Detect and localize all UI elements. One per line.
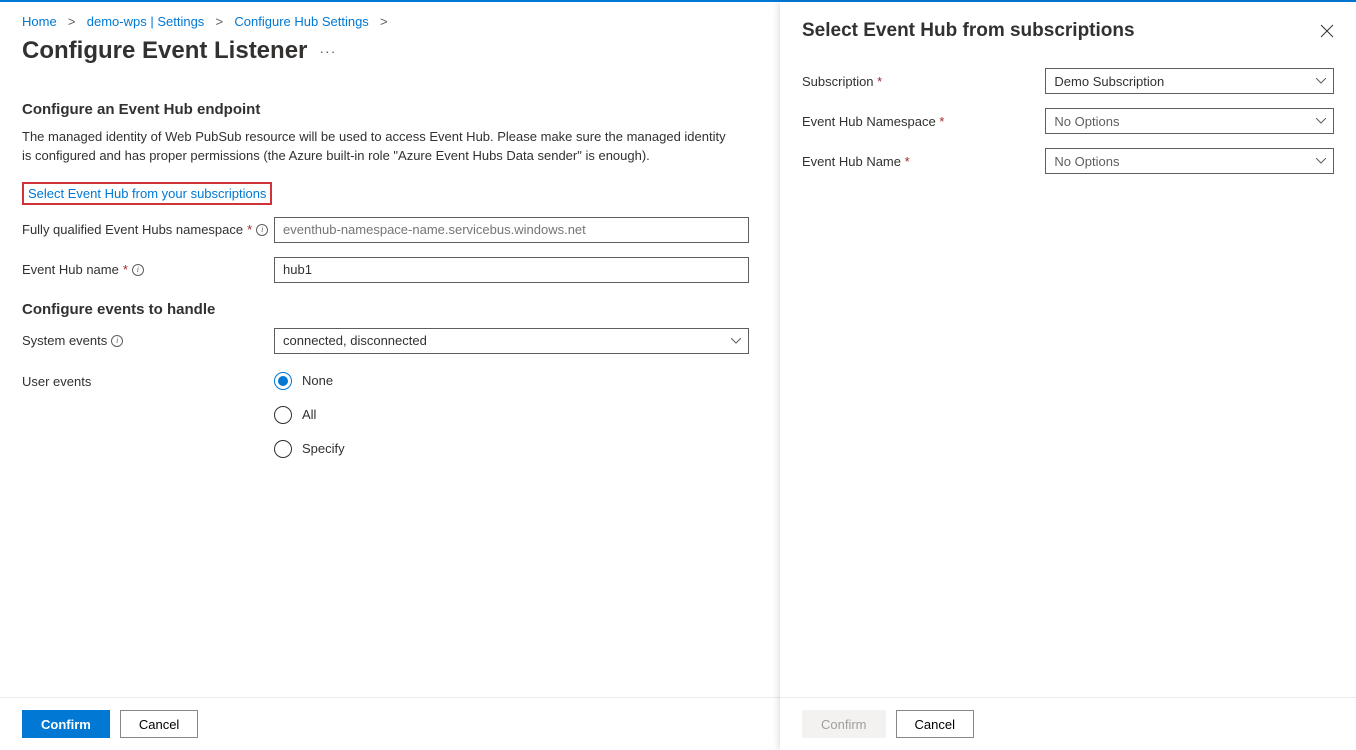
breadcrumb: Home > demo-wps | Settings > Configure H… (0, 2, 780, 29)
ehnamespace-label-text: Event Hub Namespace (802, 114, 936, 129)
side-header: Select Event Hub from subscriptions (780, 2, 1356, 60)
side-title: Select Event Hub from subscriptions (802, 20, 1135, 42)
system-events-select-wrap (274, 328, 749, 354)
info-icon[interactable]: i (132, 264, 144, 276)
ehnamespace-label: Event Hub Namespace * (802, 114, 1045, 129)
info-icon[interactable]: i (256, 224, 268, 236)
side-footer: Confirm Cancel (780, 697, 1356, 750)
radio-specify[interactable]: Specify (274, 440, 345, 458)
system-events-label: System events i (22, 333, 274, 348)
subscription-select[interactable] (1045, 68, 1334, 94)
radio-none-label: None (302, 373, 333, 388)
panel-cancel-button[interactable]: Cancel (896, 710, 974, 738)
radio-icon (274, 406, 292, 424)
panel-confirm-button: Confirm (802, 710, 886, 738)
ehnamespace-row: Event Hub Namespace * (802, 108, 1334, 134)
ehname-label: Event Hub Name * (802, 154, 1045, 169)
hubname-input[interactable] (274, 257, 749, 283)
ehnamespace-select[interactable] (1045, 108, 1334, 134)
required-marker: * (247, 222, 252, 237)
page-title-row: Configure Event Listener ··· (0, 29, 780, 83)
user-events-row: User events None All Specify (22, 368, 758, 458)
more-menu-icon[interactable]: ··· (319, 43, 336, 59)
subscription-select-wrap (1045, 68, 1334, 94)
breadcrumb-configure-hub[interactable]: Configure Hub Settings (234, 14, 368, 29)
system-events-select[interactable] (274, 328, 749, 354)
namespace-row: Fully qualified Event Hubs namespace * i (22, 217, 758, 243)
ehnamespace-select-wrap (1045, 108, 1334, 134)
required-marker: * (877, 74, 882, 89)
subscription-label-text: Subscription (802, 74, 874, 89)
namespace-label-text: Fully qualified Event Hubs namespace (22, 222, 243, 237)
radio-none[interactable]: None (274, 372, 345, 390)
content: Configure an Event Hub endpoint The mana… (0, 101, 780, 458)
events-heading: Configure events to handle (22, 301, 758, 318)
breadcrumb-settings[interactable]: demo-wps | Settings (87, 14, 205, 29)
radio-all-label: All (302, 407, 316, 422)
namespace-input[interactable] (274, 217, 749, 243)
ehname-row: Event Hub Name * (802, 148, 1334, 174)
select-from-subscriptions-link[interactable]: Select Event Hub from your subscriptions (22, 182, 272, 205)
info-icon[interactable]: i (111, 335, 123, 347)
chevron-right-icon: > (64, 14, 79, 29)
subscription-row: Subscription * (802, 68, 1334, 94)
main-footer: Confirm Cancel (0, 697, 780, 750)
required-marker: * (123, 262, 128, 277)
chevron-right-icon: > (376, 14, 387, 29)
subscription-label: Subscription * (802, 74, 1045, 89)
system-events-label-text: System events (22, 333, 107, 348)
side-panel: Select Event Hub from subscriptions Subs… (780, 2, 1356, 750)
radio-all[interactable]: All (274, 406, 345, 424)
radio-icon (274, 440, 292, 458)
cancel-button[interactable]: Cancel (120, 710, 198, 738)
user-events-label: User events (22, 368, 274, 389)
ehname-select[interactable] (1045, 148, 1334, 174)
required-marker: * (939, 114, 944, 129)
chevron-right-icon: > (212, 14, 227, 29)
main-panel: Home > demo-wps | Settings > Configure H… (0, 2, 780, 750)
required-marker: * (905, 154, 910, 169)
hubname-label-text: Event Hub name (22, 262, 119, 277)
hubname-row: Event Hub name * i (22, 257, 758, 283)
namespace-label: Fully qualified Event Hubs namespace * i (22, 222, 274, 237)
side-content: Subscription * Event Hub Namespace * Eve… (780, 60, 1356, 196)
close-icon[interactable] (1320, 24, 1334, 38)
system-events-row: System events i (22, 328, 758, 354)
ehname-select-wrap (1045, 148, 1334, 174)
breadcrumb-home[interactable]: Home (22, 14, 57, 29)
endpoint-heading: Configure an Event Hub endpoint (22, 101, 758, 118)
ehname-label-text: Event Hub Name (802, 154, 901, 169)
radio-icon (274, 372, 292, 390)
endpoint-description: The managed identity of Web PubSub resou… (22, 128, 732, 166)
page-title: Configure Event Listener (22, 37, 307, 65)
radio-specify-label: Specify (302, 441, 345, 456)
hubname-label: Event Hub name * i (22, 262, 274, 277)
user-events-label-text: User events (22, 374, 91, 389)
confirm-button[interactable]: Confirm (22, 710, 110, 738)
user-events-radio-group: None All Specify (274, 368, 345, 458)
